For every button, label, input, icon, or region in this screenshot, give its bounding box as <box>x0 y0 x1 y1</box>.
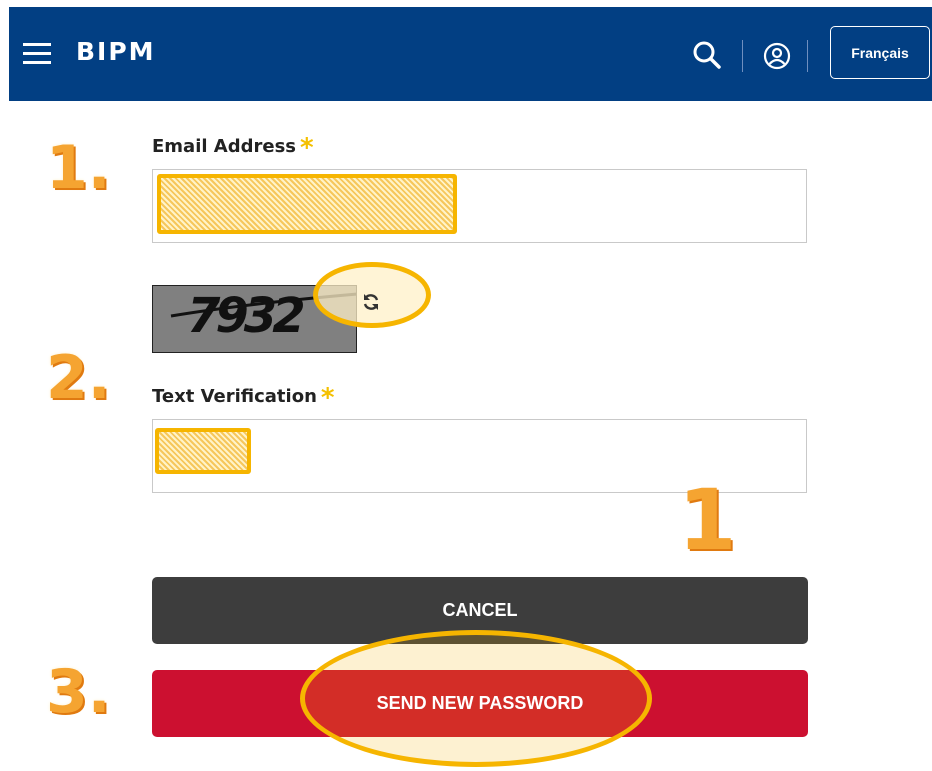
email-label: Email Address * <box>152 133 314 163</box>
user-account-icon[interactable] <box>763 42 791 70</box>
text-verification-label: Text Verification * <box>152 383 335 413</box>
annotation-number: 1 <box>678 471 737 569</box>
step-number-1: 1. <box>46 133 111 203</box>
site-header: BIPM Français <box>9 7 932 101</box>
search-icon[interactable] <box>692 40 722 70</box>
language-switch-button[interactable]: Français <box>830 26 930 79</box>
text-verification-redaction <box>155 428 251 474</box>
header-divider <box>807 40 808 72</box>
email-redaction <box>157 174 457 234</box>
step-number-2: 2. <box>46 343 111 413</box>
step-number-3: 3. <box>46 657 111 727</box>
text-verification-label-text: Text Verification <box>152 386 317 407</box>
header-divider <box>742 40 743 72</box>
refresh-icon[interactable] <box>361 292 381 312</box>
page: BIPM Français 1. Email Address * 7932 2.… <box>0 0 932 771</box>
required-marker: * <box>320 383 335 413</box>
hamburger-menu-icon[interactable] <box>23 41 51 65</box>
brand-logo[interactable]: BIPM <box>76 37 156 66</box>
email-label-text: Email Address <box>152 136 297 157</box>
captcha-text: 7932 <box>187 288 306 344</box>
email-input[interactable] <box>152 169 807 243</box>
send-button-highlight <box>300 630 652 767</box>
required-marker: * <box>300 133 314 163</box>
